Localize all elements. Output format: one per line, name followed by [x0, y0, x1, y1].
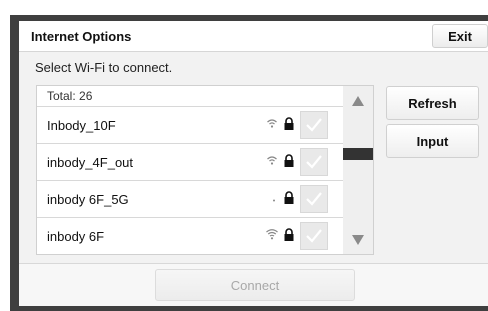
screen-frame-left [10, 15, 19, 311]
scroll-down-arrow-icon[interactable] [343, 229, 373, 251]
network-total-count: Total: 26 [37, 86, 344, 107]
wifi-signal-icon [266, 228, 278, 240]
lock-icon [283, 228, 295, 242]
wifi-network-row[interactable]: inbody 6F_5G [37, 181, 344, 218]
dialog-title: Internet Options [31, 29, 132, 44]
wifi-signal-icon [266, 191, 278, 203]
wifi-network-list: Total: 26 Inbody_10F inbody_4F_out inbod… [36, 85, 345, 255]
wifi-signal-icon [266, 117, 278, 129]
lock-icon [283, 117, 295, 131]
internet-options-dialog: Internet Options Exit Select Wi-Fi to co… [19, 21, 488, 306]
dialog-footer: Connect [19, 263, 488, 306]
checkmark-icon[interactable] [300, 111, 328, 139]
lock-icon [283, 154, 295, 168]
wifi-network-ssid: inbody 6F_5G [47, 192, 129, 207]
dialog-titlebar: Internet Options Exit [19, 21, 488, 52]
checkmark-icon[interactable] [300, 185, 328, 213]
refresh-button[interactable]: Refresh [386, 86, 479, 120]
wifi-network-row[interactable]: inbody_4F_out [37, 144, 344, 181]
wifi-network-ssid: inbody 6F [47, 229, 105, 244]
wifi-network-row[interactable]: inbody 6F [37, 218, 344, 254]
wifi-signal-icon [266, 154, 278, 166]
list-scrollbar[interactable] [343, 85, 374, 255]
wifi-network-row[interactable]: Inbody_10F [37, 107, 344, 144]
checkmark-icon[interactable] [300, 148, 328, 176]
scrollbar-thumb[interactable] [343, 148, 373, 160]
device-screen: Internet Options Exit Select Wi-Fi to co… [0, 0, 488, 311]
wifi-network-ssid: inbody_4F_out [47, 155, 134, 170]
dialog-instruction: Select Wi-Fi to connect. [35, 60, 173, 75]
wifi-network-ssid: Inbody_10F [47, 118, 116, 133]
scroll-up-arrow-icon[interactable] [343, 90, 373, 112]
exit-button[interactable]: Exit [432, 24, 488, 48]
lock-icon [283, 191, 295, 205]
checkmark-icon[interactable] [300, 222, 328, 250]
input-button[interactable]: Input [386, 124, 479, 158]
connect-button[interactable]: Connect [155, 269, 355, 301]
